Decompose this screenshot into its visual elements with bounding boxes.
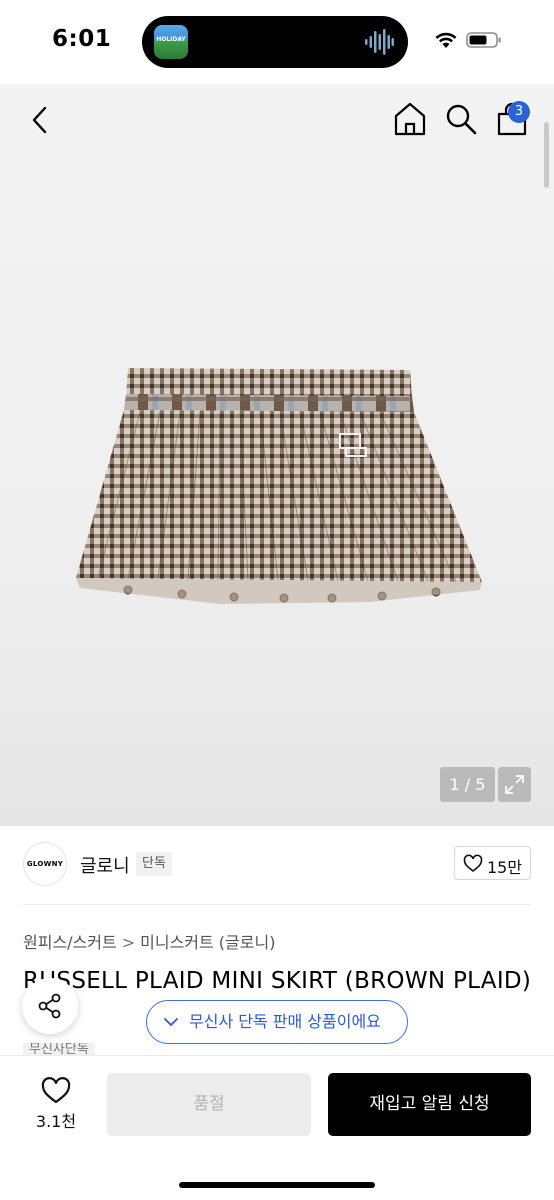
brand-like-count: 15만: [487, 858, 523, 877]
heart-icon[interactable]: [40, 1076, 72, 1106]
breadcrumb-category[interactable]: 원피스/스커트: [23, 933, 117, 952]
restock-alert-button[interactable]: 재입고 알림 신청: [328, 1073, 531, 1136]
cart-count-badge: 3: [508, 101, 530, 123]
now-playing-artwork: HOLIDAY: [154, 25, 188, 59]
product-image-skirt: [76, 368, 482, 604]
wish-count: 3.1천: [35, 1112, 77, 1131]
brand-like-button[interactable]: 15만: [454, 846, 531, 880]
brand-logo[interactable]: GLOWNY: [23, 842, 67, 886]
chevron-left-icon[interactable]: [24, 102, 56, 138]
gallery-page-indicator: 1 / 5: [440, 767, 495, 802]
share-icon: [38, 993, 61, 1019]
dynamic-island[interactable]: HOLIDAY: [142, 16, 408, 68]
audio-waveform-icon: [365, 29, 394, 55]
expand-button[interactable]: [498, 767, 531, 802]
status-time: 6:01: [52, 26, 112, 52]
battery-icon: [466, 32, 501, 48]
bottom-action-bar: 3.1천 품절 재입고 알림 신청: [0, 1055, 554, 1200]
home-indicator[interactable]: [179, 1182, 375, 1188]
chevron-down-icon: [164, 1018, 178, 1026]
island-app-label: HOLIDAY: [156, 36, 186, 43]
home-icon[interactable]: [392, 100, 428, 138]
exclusive-notice-pill[interactable]: 무신사 단독 판매 상품이에요: [146, 1000, 408, 1044]
scrollbar-thumb[interactable]: [544, 122, 549, 188]
search-icon[interactable]: [444, 102, 478, 136]
breadcrumb-subcategory[interactable]: 미니스커트 (글로니): [140, 933, 275, 952]
heart-icon: [463, 854, 483, 873]
wifi-icon: [435, 32, 457, 48]
share-button[interactable]: [22, 978, 78, 1034]
breadcrumb: 원피스/스커트 > 미니스커트 (글로니): [23, 929, 275, 953]
expand-icon: [505, 775, 524, 794]
status-bar: 6:01 HOLIDAY: [0, 0, 554, 84]
divider: [23, 904, 531, 905]
brand-name[interactable]: 글로니: [80, 852, 130, 878]
soldout-button[interactable]: 품절: [107, 1073, 311, 1136]
exclusive-tag: 단독: [136, 852, 172, 876]
breadcrumb-separator: >: [121, 933, 136, 952]
exclusive-notice-text: 무신사 단독 판매 상품이에요: [189, 1012, 381, 1031]
